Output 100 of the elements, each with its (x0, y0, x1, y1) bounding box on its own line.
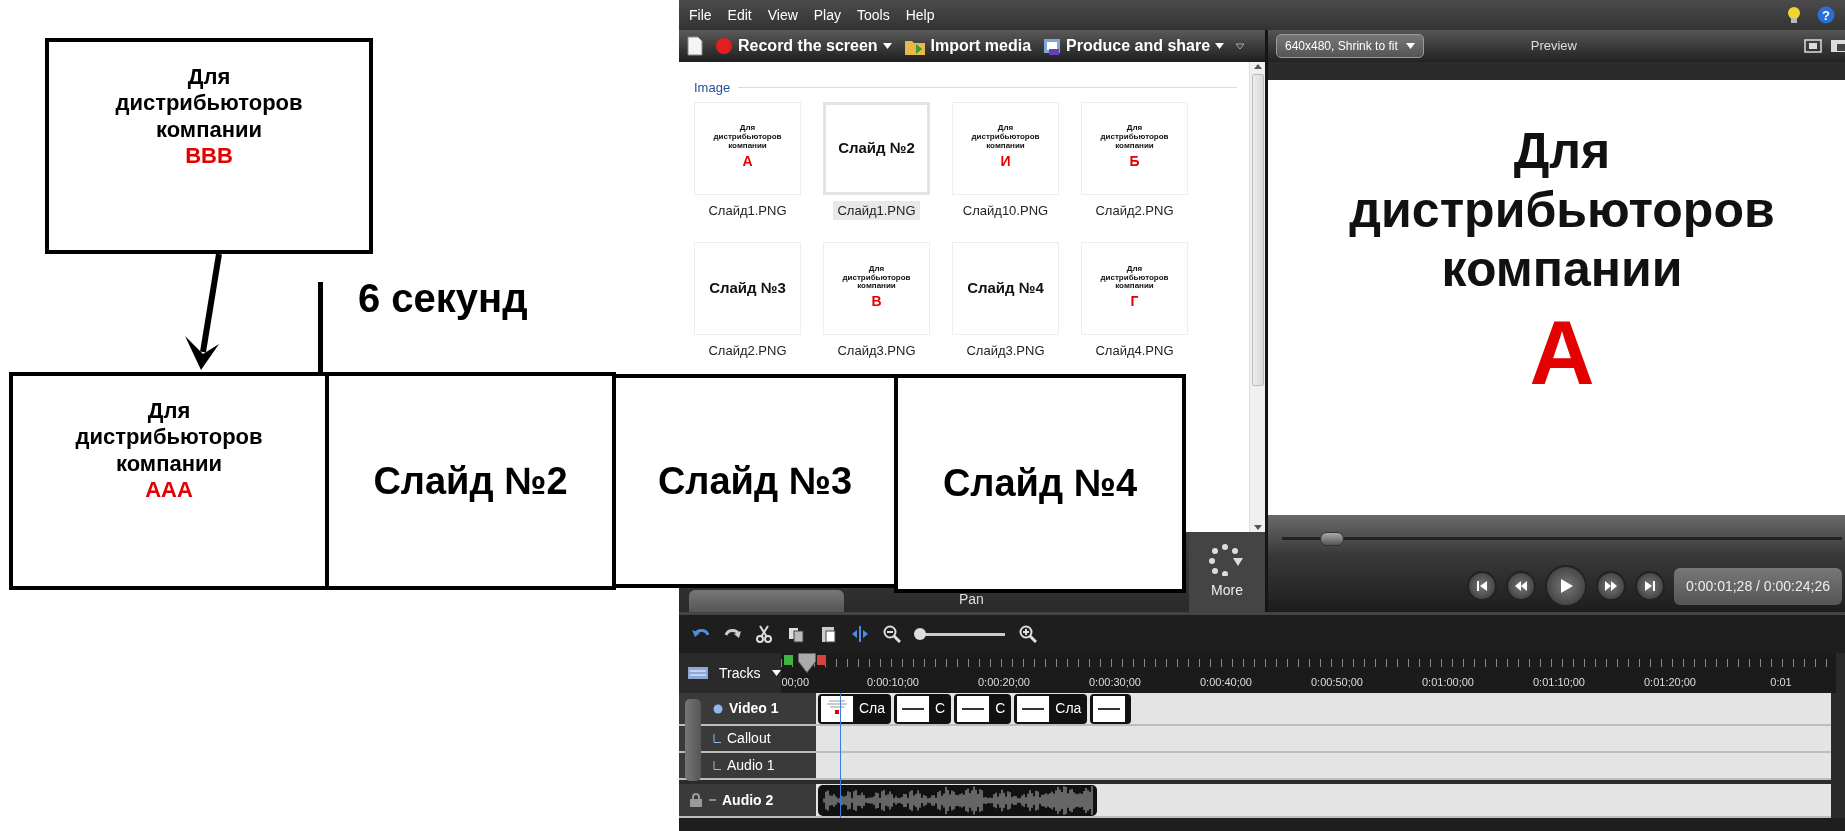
slide-letter: А (742, 151, 753, 171)
produce-button[interactable]: Produce and share (1043, 34, 1225, 58)
record-icon (715, 37, 733, 55)
menu-item[interactable]: Tools (857, 4, 890, 26)
slide-text: Для дистрибьюторов компании (75, 398, 263, 478)
next-button[interactable] (1635, 571, 1665, 601)
media-caption: Слайд4.PNG (1094, 342, 1175, 360)
tree-line-icon (713, 761, 721, 770)
out-marker-icon[interactable] (817, 655, 827, 665)
slide-letter: Г (1130, 292, 1139, 312)
import-button[interactable]: Import media (903, 34, 1032, 58)
dots-icon (1209, 543, 1245, 576)
lightbulb-icon[interactable] (1787, 6, 1801, 24)
media-thumbnail[interactable]: Слайд №3 (694, 242, 801, 335)
tracks-icon (687, 666, 709, 680)
slide-title: Слайд №2 (838, 139, 915, 157)
slide-text: Для дистрибьюторов компании (115, 64, 303, 144)
tick-label: 0:01 (1769, 674, 1793, 690)
rewind-button[interactable] (1506, 571, 1536, 601)
video-clip[interactable] (1090, 693, 1132, 724)
fast-forward-icon (1604, 579, 1618, 593)
clip-label: Сла (859, 699, 886, 718)
split-icon[interactable] (851, 625, 869, 643)
caret-icon (1405, 43, 1415, 49)
tick-label: 0:00:30;00 (1088, 674, 1142, 690)
media-thumbnail[interactable]: Слайд №4 (952, 242, 1059, 335)
copy-icon[interactable] (787, 625, 805, 643)
lock-handle[interactable] (685, 699, 701, 781)
time-ruler[interactable]: 00;00 0:00:10;00 0:00:20;00 0:00:30;00 0:00:40;00 0:00:50;00 0:01:00;00 0:01:10;00 0:01:20;00 0:01 (781, 653, 1837, 693)
scrollbar[interactable] (1249, 62, 1265, 532)
video-clip[interactable]: С (954, 693, 1012, 724)
media-thumbnail[interactable]: Для дистрибьюторов компании Б (1081, 101, 1188, 195)
more-button[interactable]: More (1189, 532, 1265, 612)
window-icon[interactable] (1830, 39, 1845, 53)
group-heading: Image (694, 79, 731, 97)
menu-item[interactable]: File (689, 4, 712, 26)
slide-text: Для дистрибьюторов компании (842, 264, 911, 292)
slide-title: Слайд №3 (709, 280, 786, 297)
slide-letter: И (1000, 151, 1011, 171)
tracks-dropdown[interactable]: Tracks (719, 662, 782, 684)
menu-item[interactable]: Edit (727, 4, 752, 26)
panel-title: Preview (1529, 37, 1578, 56)
media-thumbnail[interactable]: Для дистрибьюторов компании И (952, 101, 1059, 195)
clip-label: Сла (1055, 699, 1082, 718)
clip-thumbnail (1093, 695, 1126, 722)
fit-icon[interactable] (1804, 39, 1822, 53)
media-thumbnail[interactable]: Для дистрибьюторов компании А (694, 101, 801, 195)
media-caption: Слайд2.PNG (707, 342, 788, 360)
media-caption: Слайд2.PNG (1094, 201, 1175, 220)
play-icon (1558, 578, 1574, 594)
previous-button[interactable] (1467, 571, 1497, 601)
slide-text: Для дистрибьюторов компании (713, 124, 782, 151)
video-clip[interactable]: Сла (818, 693, 892, 724)
duration-label: 6 секунд (358, 275, 528, 322)
zoom-in-icon[interactable] (1019, 625, 1037, 643)
slide-text: Для дистрибьюторов компании (1349, 122, 1775, 299)
tick-label: 0:01:20;00 (1643, 674, 1697, 690)
menu-item[interactable]: Play (813, 4, 841, 26)
slider-thumb[interactable] (913, 628, 926, 640)
time-display: 0:00:01;28 / 0:00:24;26 (1674, 567, 1842, 605)
rewind-icon (1514, 579, 1528, 593)
slide-text: Для дистрибьюторов компании (1100, 124, 1169, 151)
tick-label: 0:00:20;00 (977, 674, 1031, 690)
tick-label: 0:00:10;00 (866, 674, 920, 690)
in-marker-icon[interactable] (784, 655, 794, 665)
cut-icon[interactable] (755, 625, 773, 643)
slide-title: Слайд №4 (942, 461, 1138, 506)
fast-forward-button[interactable] (1596, 571, 1626, 601)
paste-icon[interactable] (819, 625, 837, 643)
slider-thumb[interactable] (1320, 532, 1345, 546)
menu-item[interactable]: Help (905, 4, 935, 26)
video-clip[interactable]: С (894, 693, 952, 724)
tree-line-icon (713, 734, 721, 743)
slide-title: Слайд №3 (657, 458, 853, 504)
slide-title: Слайд №2 (373, 458, 568, 504)
overflow-icon[interactable] (1236, 42, 1245, 50)
clip-thumbnail (1017, 695, 1050, 722)
slide-code: ААА (145, 477, 193, 504)
media-thumbnail[interactable]: Для дистрибьюторов компании В (823, 242, 930, 335)
media-thumbnail[interactable]: Для дистрибьюторов компании Г (1081, 242, 1188, 335)
slide-letter: Б (1129, 151, 1140, 171)
lock-icon[interactable] (689, 793, 703, 807)
slide-text: Для дистрибьюторов компании (971, 124, 1040, 151)
help-icon[interactable]: ? (1817, 6, 1835, 24)
tick-label: 0:00:50;00 (1310, 674, 1364, 690)
playhead-icon[interactable] (797, 653, 816, 673)
clip-thumbnail (897, 695, 930, 722)
slide-text: Для дистрибьюторов компании (1100, 264, 1169, 292)
media-thumbnail[interactable]: Слайд №2 (823, 101, 930, 195)
menu-item[interactable]: View (767, 4, 798, 26)
record-button[interactable]: Record the screen (715, 34, 892, 58)
slide-code: ВВВ (185, 143, 233, 170)
size-dropdown[interactable]: 640x480, Shrink to fit (1276, 34, 1424, 58)
media-caption: Слайд10.PNG (961, 201, 1050, 220)
zoom-out-icon[interactable] (883, 625, 901, 643)
media-caption: Слайд3.PNG (965, 342, 1046, 360)
track-dot-icon (713, 703, 723, 714)
document-icon[interactable] (687, 36, 703, 56)
audio-clip[interactable] (818, 784, 1097, 816)
video-clip[interactable]: Сла (1014, 693, 1088, 724)
